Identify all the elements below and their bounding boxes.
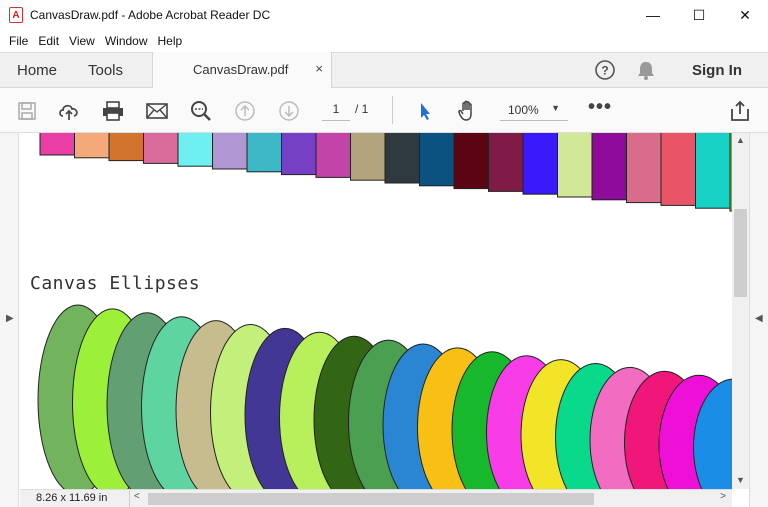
scroll-up-icon[interactable]: ▲ — [736, 135, 745, 145]
color-bar — [246, 133, 282, 173]
zoom-value: 100% — [508, 103, 539, 117]
color-bar — [626, 133, 662, 204]
tab-document[interactable]: CanvasDraw.pdf × — [152, 52, 332, 89]
sign-in-button[interactable]: Sign In — [692, 62, 742, 79]
color-bar — [74, 133, 110, 159]
share-icon[interactable] — [727, 98, 753, 124]
scroll-left-icon[interactable]: < — [134, 491, 140, 502]
color-bar — [143, 133, 179, 164]
status-bar: 8.26 x 11.69 in < > — [20, 489, 732, 507]
right-pane-toggle[interactable]: ◀ — [749, 133, 768, 507]
rect-bars-graphic — [39, 133, 732, 212]
minimize-button[interactable]: — — [630, 0, 676, 30]
color-bar — [419, 133, 455, 187]
toolbar-separator — [392, 96, 393, 124]
tab-bar: Home Tools CanvasDraw.pdf × ? Sign In — [0, 52, 768, 89]
color-bar — [488, 133, 524, 192]
color-bar — [695, 133, 731, 209]
color-bar — [281, 133, 317, 176]
color-bar — [591, 133, 627, 201]
svg-text:?: ? — [601, 64, 608, 78]
bell-icon[interactable] — [636, 59, 656, 84]
chevron-left-icon: ◀ — [755, 313, 763, 324]
close-window-button[interactable]: ✕ — [722, 0, 768, 30]
section-heading: Canvas Ellipses — [30, 273, 201, 294]
color-bar — [660, 133, 696, 206]
color-bar — [350, 133, 386, 181]
menu-edit[interactable]: Edit — [33, 34, 64, 48]
chevron-right-icon: ▶ — [6, 313, 14, 324]
color-bar — [108, 133, 144, 162]
more-icon[interactable]: ••• — [588, 96, 612, 119]
window-title: CanvasDraw.pdf - Adobe Acrobat Reader DC — [30, 8, 271, 22]
page-down-icon[interactable] — [276, 98, 302, 124]
color-bar — [177, 133, 213, 167]
vertical-scrollbar[interactable]: ▲ ▼ — [732, 133, 749, 489]
color-bar — [384, 133, 420, 184]
tab-tools[interactable]: Tools — [88, 62, 123, 79]
vertical-scroll-thumb[interactable] — [734, 209, 747, 297]
select-cursor-icon[interactable] — [412, 98, 438, 124]
pdf-icon: A — [9, 7, 23, 23]
zoom-search-icon[interactable] — [188, 98, 214, 124]
color-bar — [522, 133, 558, 195]
color-bar — [453, 133, 489, 190]
horizontal-scroll-thumb[interactable] — [148, 493, 594, 505]
ellipses-graphic — [37, 304, 732, 489]
page-up-icon[interactable] — [232, 98, 258, 124]
scroll-down-icon[interactable]: ▼ — [736, 475, 745, 485]
title-bar: A CanvasDraw.pdf - Adobe Acrobat Reader … — [0, 0, 768, 30]
email-icon[interactable] — [144, 98, 170, 124]
menu-file[interactable]: File — [4, 34, 33, 48]
chevron-down-icon: ▼ — [551, 103, 560, 113]
menu-help[interactable]: Help — [153, 34, 188, 48]
document-tab-label: CanvasDraw.pdf — [193, 62, 289, 77]
color-bar — [212, 133, 248, 170]
scroll-right-icon[interactable]: > — [720, 491, 726, 502]
tab-home[interactable]: Home — [17, 62, 57, 79]
upload-icon[interactable] — [56, 98, 82, 124]
window-controls: — ☐ ✕ — [630, 0, 768, 30]
toolbar: 1 / 1 100% ▼ ••• — [0, 88, 768, 133]
color-bar — [557, 133, 593, 198]
zoom-select[interactable]: 100% ▼ — [500, 99, 568, 121]
left-pane-toggle[interactable]: ▶ — [0, 133, 19, 507]
page-number-input[interactable]: 1 — [322, 99, 350, 121]
close-tab-icon[interactable]: × — [315, 61, 323, 76]
page-total: / 1 — [355, 102, 369, 116]
save-icon[interactable] — [14, 98, 40, 124]
color-bar — [39, 133, 75, 156]
print-icon[interactable] — [100, 98, 126, 124]
menu-bar: File Edit View Window Help — [0, 30, 768, 52]
maximize-button[interactable]: ☐ — [676, 0, 722, 30]
menu-view[interactable]: View — [64, 34, 100, 48]
menu-window[interactable]: Window — [100, 34, 153, 48]
hand-icon[interactable] — [455, 98, 481, 124]
color-bar — [315, 133, 351, 178]
help-icon[interactable]: ? — [594, 59, 616, 84]
document-viewport[interactable]: Canvas Ellipses — [20, 133, 732, 489]
page-size-label: 8.26 x 11.69 in — [20, 490, 130, 507]
